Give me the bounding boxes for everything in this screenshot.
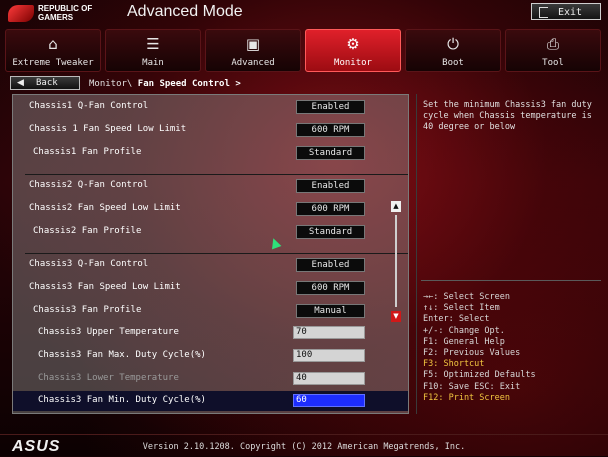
setting-row-chassis3-min-duty[interactable]: Chassis3 Fan Min. Duty Cycle(%) 60	[13, 391, 408, 411]
setting-row-chassis3-upper-temp[interactable]: Chassis3 Upper Temperature 70	[13, 323, 408, 343]
exit-label: Exit	[558, 7, 583, 18]
scroll-track[interactable]	[395, 215, 397, 307]
setting-row-chassis2-low-limit[interactable]: Chassis2 Fan Speed Low Limit 600 RPM	[13, 199, 408, 219]
tweaker-icon: ⌂	[48, 35, 58, 53]
breadcrumb-current: Fan Speed Control >	[137, 79, 241, 89]
key-help-line: +/-: Change Opt.	[423, 325, 505, 336]
setting-label: Chassis3 Lower Temperature	[38, 373, 179, 383]
footer: ASUS Version 2.10.1208. Copyright (C) 20…	[0, 434, 608, 457]
key-help-shortcut[interactable]: F3: Shortcut	[423, 359, 603, 370]
setting-label: Chassis3 Q-Fan Control	[29, 259, 149, 269]
setting-row-chassis3-profile[interactable]: Chassis3 Fan Profile Manual	[13, 301, 408, 321]
group-divider	[25, 174, 408, 175]
setting-label: Chassis2 Q-Fan Control	[29, 180, 149, 190]
setting-label: Chassis1 Q-Fan Control	[29, 101, 149, 111]
key-legend: →←: Select Screen ↑↓: Select Item Enter:…	[423, 292, 603, 404]
rog-logo-text: REPUBLIC OF GAMERS	[38, 4, 93, 22]
setting-value[interactable]: Standard	[296, 225, 365, 239]
breadcrumb-parent[interactable]: Monitor\	[89, 79, 132, 89]
key-help-line: F1: General Help	[423, 336, 505, 347]
setting-value[interactable]: Enabled	[296, 179, 365, 193]
key-help-line: F5: Optimized Defaults	[423, 370, 536, 381]
version-text: Version 2.10.1208. Copyright (C) 2012 Am…	[142, 442, 466, 452]
top-bar: REPUBLIC OF GAMERS Advanced Mode Exit	[0, 0, 608, 28]
tab-label: Boot	[442, 58, 464, 68]
setting-label: Chassis 1 Fan Speed Low Limit	[29, 124, 187, 134]
advanced-icon: ▣	[245, 35, 261, 53]
setting-value[interactable]: 600 RPM	[296, 123, 365, 137]
setting-label: Chassis3 Fan Speed Low Limit	[29, 282, 181, 292]
key-help-line: ↑↓: Select Item	[423, 303, 500, 314]
tab-bar: ⌂ Extreme Tweaker ☰ Main ▣ Advanced ⚙ Mo…	[5, 29, 603, 73]
setting-label: Chassis2 Fan Speed Low Limit	[29, 203, 181, 213]
monitor-icon: ⚙	[346, 35, 360, 53]
tab-tool[interactable]: ⎙ Tool	[505, 29, 601, 72]
setting-row-chassis3-low-limit[interactable]: Chassis3 Fan Speed Low Limit 600 RPM	[13, 278, 408, 298]
back-button[interactable]: ◀ Back	[10, 76, 80, 90]
tab-monitor[interactable]: ⚙ Monitor	[305, 29, 401, 72]
tab-boot[interactable]: ⏻ Boot	[405, 29, 501, 72]
setting-row-chassis2-profile[interactable]: Chassis2 Fan Profile Standard	[13, 222, 408, 242]
key-help-line: F2: Previous Values	[423, 348, 521, 359]
setting-value[interactable]: 600 RPM	[296, 202, 365, 216]
setting-row-chassis3-max-duty[interactable]: Chassis3 Fan Max. Duty Cycle(%) 100	[13, 346, 408, 366]
power-icon: ⏻	[447, 35, 459, 53]
key-help-line: Enter: Select	[423, 314, 490, 325]
exit-door-icon	[539, 7, 548, 18]
tab-extreme-tweaker[interactable]: ⌂ Extreme Tweaker	[5, 29, 101, 72]
tab-advanced[interactable]: ▣ Advanced	[205, 29, 301, 72]
tab-label: Tool	[542, 58, 564, 68]
key-help-line: →←: Select Screen	[423, 292, 510, 302]
lower-temp-input[interactable]: 40	[293, 372, 365, 385]
key-help-print-screen[interactable]: F12: Print Screen	[423, 393, 603, 404]
setting-label: Chassis2 Fan Profile	[33, 226, 142, 236]
tab-label: Main	[142, 58, 164, 68]
setting-label: Chassis3 Upper Temperature	[38, 327, 179, 337]
max-duty-input[interactable]: 100	[293, 349, 365, 362]
rog-logo: REPUBLIC OF GAMERS	[8, 3, 108, 25]
setting-value[interactable]: Standard	[296, 146, 365, 160]
setting-value[interactable]: Enabled	[296, 100, 365, 114]
scrollbar[interactable]: ▲ ▼	[391, 201, 401, 323]
setting-row-chassis1-profile[interactable]: Chassis1 Fan Profile Standard	[13, 143, 408, 163]
tab-label: Advanced	[231, 58, 275, 68]
list-icon: ☰	[146, 35, 160, 53]
setting-value[interactable]: Manual	[296, 304, 365, 318]
min-duty-input[interactable]: 60	[293, 394, 365, 407]
back-arrow-icon: ◀	[17, 78, 24, 88]
setting-label: Chassis1 Fan Profile	[33, 147, 142, 157]
exit-button[interactable]: Exit	[531, 3, 601, 20]
setting-row-chassis3-lower-temp[interactable]: Chassis3 Lower Temperature 40	[13, 369, 408, 389]
breadcrumb: Monitor\ Fan Speed Control >	[89, 79, 241, 89]
help-text: Set the minimum Chassis3 fan duty cycle …	[423, 100, 592, 132]
page-title: Advanced Mode	[127, 3, 243, 20]
setting-label: Chassis3 Fan Max. Duty Cycle(%)	[38, 350, 206, 360]
setting-row-chassis3-qfan[interactable]: Chassis3 Q-Fan Control Enabled	[13, 255, 408, 275]
back-label: Back	[36, 78, 58, 88]
key-help-line: F10: Save ESC: Exit	[423, 381, 521, 392]
setting-label: Chassis3 Fan Profile	[33, 305, 142, 315]
rog-eye-icon	[8, 5, 34, 22]
tab-main[interactable]: ☰ Main	[105, 29, 201, 72]
upper-temp-input[interactable]: 70	[293, 326, 365, 339]
setting-value[interactable]: Enabled	[296, 258, 365, 272]
help-panel: Set the minimum Chassis3 fan duty cycle …	[416, 94, 605, 414]
setting-row-chassis2-qfan[interactable]: Chassis2 Q-Fan Control Enabled	[13, 176, 408, 196]
tab-label: Extreme Tweaker	[12, 58, 94, 68]
setting-value[interactable]: 600 RPM	[296, 281, 365, 295]
scroll-down-icon[interactable]: ▼	[391, 311, 401, 322]
tool-icon: ⎙	[546, 35, 559, 53]
settings-panel: Chassis1 Q-Fan Control Enabled Chassis 1…	[12, 94, 409, 414]
setting-row-chassis1-qfan[interactable]: Chassis1 Q-Fan Control Enabled	[13, 97, 408, 117]
tab-label: Monitor	[334, 58, 372, 68]
scroll-up-icon[interactable]: ▲	[391, 201, 401, 212]
setting-label: Chassis3 Fan Min. Duty Cycle(%)	[38, 395, 206, 405]
setting-row-chassis1-low-limit[interactable]: Chassis 1 Fan Speed Low Limit 600 RPM	[13, 120, 408, 140]
help-divider	[421, 280, 601, 281]
group-divider	[25, 253, 408, 254]
